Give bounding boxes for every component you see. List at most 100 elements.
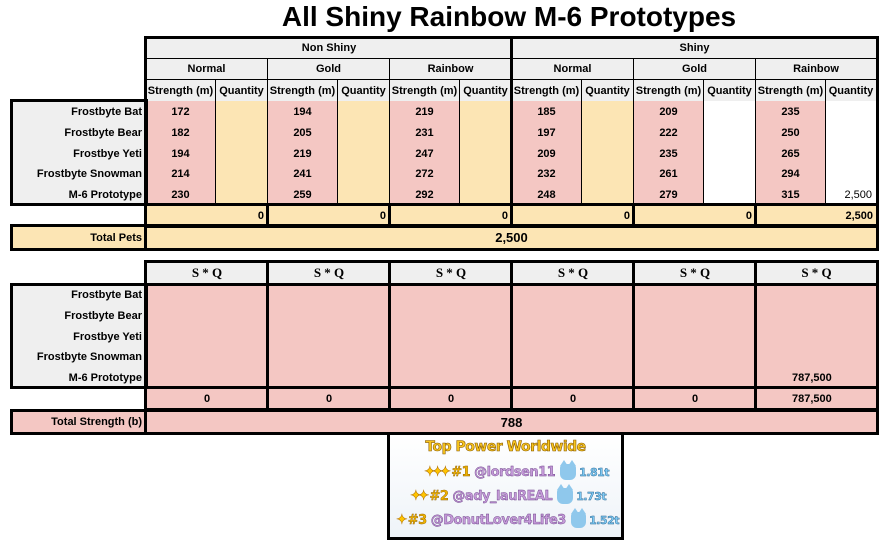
quantity-cell[interactable] xyxy=(582,164,634,184)
quantity-cell[interactable] xyxy=(338,164,390,184)
strength-cell: 194 xyxy=(146,143,216,164)
quantity-cell[interactable] xyxy=(338,184,390,205)
quantity-total: 0 xyxy=(268,205,390,226)
quantity-total: 0 xyxy=(146,205,268,226)
strength-cell: 241 xyxy=(268,164,338,184)
strength-column-header: Strength (m) xyxy=(268,80,338,101)
quantity-cell[interactable] xyxy=(216,164,268,184)
pet-name-label: Frostbye Yeti xyxy=(12,326,146,347)
sq-total: 0 xyxy=(390,388,512,409)
quantity-cell[interactable] xyxy=(216,184,268,205)
quantity-cell[interactable] xyxy=(460,143,512,164)
divider xyxy=(754,260,757,411)
strength-cell: 279 xyxy=(634,184,704,205)
quantity-cell[interactable] xyxy=(704,101,756,122)
quantity-cell[interactable] xyxy=(582,101,634,122)
sq-cell xyxy=(390,326,512,347)
sq-column-header: S * Q xyxy=(268,262,390,284)
quantity-cell[interactable] xyxy=(704,143,756,164)
divider xyxy=(388,205,391,227)
quantity-cell[interactable] xyxy=(704,164,756,184)
quantity-cell[interactable] xyxy=(582,143,634,164)
quantity-cell[interactable] xyxy=(460,184,512,205)
sq-cell xyxy=(512,326,634,347)
quantity-cell[interactable] xyxy=(460,122,512,143)
quantity-cell[interactable] xyxy=(826,164,877,184)
sq-cell xyxy=(268,284,390,305)
variant-header: Rainbow xyxy=(390,59,512,80)
strength-cell: 209 xyxy=(512,143,582,164)
quantity-cell[interactable] xyxy=(338,122,390,143)
quantity-cell[interactable] xyxy=(338,101,390,122)
cat-pet-icon xyxy=(570,508,587,528)
quantity-column-header: Quantity xyxy=(216,80,268,101)
sq-cell xyxy=(512,347,634,367)
strength-cell: 232 xyxy=(512,164,582,184)
strength-column-header: Strength (m) xyxy=(634,80,704,101)
leaderboard-entry: ✦ #3 @DonutLover4Life3 1.52t xyxy=(394,508,620,531)
sq-total: 0 xyxy=(512,388,634,409)
divider xyxy=(266,205,269,227)
sq-total: 0 xyxy=(146,388,268,409)
total-strength-label: Total Strength (b) xyxy=(12,411,146,433)
quantity-total: 0 xyxy=(634,205,756,226)
sq-column-header: S * Q xyxy=(390,262,512,284)
quantity-cell[interactable] xyxy=(704,184,756,205)
power-value: 1.81t xyxy=(579,465,610,479)
quantity-cell[interactable] xyxy=(216,101,268,122)
divider xyxy=(510,205,513,227)
divider xyxy=(144,409,147,435)
strength-cell: 197 xyxy=(512,122,582,143)
divider xyxy=(632,205,635,227)
quantity-cell[interactable]: 2,500 xyxy=(826,184,877,205)
total-strength-value: 788 xyxy=(146,411,877,433)
username: @lordsen11 xyxy=(474,464,556,480)
sq-column-header: S * Q xyxy=(512,262,634,284)
strength-cell: 219 xyxy=(268,143,338,164)
strength-column-header: Strength (m) xyxy=(756,80,826,101)
sq-column-header: S * Q xyxy=(146,262,268,284)
rank-label: #2 xyxy=(429,488,449,504)
quantity-cell[interactable] xyxy=(826,101,877,122)
divider xyxy=(510,36,513,228)
quantity-cell[interactable] xyxy=(826,122,877,143)
group-header-shiny: Shiny xyxy=(512,38,877,59)
strength-cell: 247 xyxy=(390,143,460,164)
quantity-cell[interactable] xyxy=(826,143,877,164)
sq-cell xyxy=(756,305,877,326)
leaderboard-image: Top Power Worldwide ✦✦✦ #1 @lordsen11 1.… xyxy=(387,432,624,540)
sq-cell xyxy=(268,326,390,347)
strength-cell: 272 xyxy=(390,164,460,184)
quantity-cell[interactable] xyxy=(338,143,390,164)
strength-cell: 214 xyxy=(146,164,216,184)
total-pets-label: Total Pets xyxy=(12,226,146,249)
pet-name-label: Frostbyte Bear xyxy=(12,305,146,326)
strength-cell: 259 xyxy=(268,184,338,205)
quantity-cell[interactable] xyxy=(704,122,756,143)
quantity-cell[interactable] xyxy=(460,164,512,184)
quantity-cell[interactable] xyxy=(460,101,512,122)
strength-cell: 230 xyxy=(146,184,216,205)
sq-cell xyxy=(512,367,634,388)
sq-cell xyxy=(512,284,634,305)
strength-column-header: Strength (m) xyxy=(146,80,216,101)
sq-cell xyxy=(146,305,268,326)
pet-name-label: M-6 Prototype xyxy=(12,184,146,205)
username: @ady_lauREAL xyxy=(452,488,553,504)
strength-cell: 231 xyxy=(390,122,460,143)
strength-column-header: Strength (m) xyxy=(512,80,582,101)
quantity-total: 0 xyxy=(390,205,512,226)
divider xyxy=(144,224,147,251)
quantity-cell[interactable] xyxy=(582,184,634,205)
page-title: All Shiny Rainbow M-6 Prototypes xyxy=(281,1,737,32)
quantity-cell[interactable] xyxy=(582,122,634,143)
quantity-cell[interactable] xyxy=(216,122,268,143)
variant-header: Normal xyxy=(146,59,268,80)
sq-cell xyxy=(756,326,877,347)
pet-name-label: Frostbye Yeti xyxy=(12,143,146,164)
divider xyxy=(144,203,879,206)
divider xyxy=(266,260,269,411)
strength-cell: 265 xyxy=(756,143,826,164)
quantity-cell[interactable] xyxy=(216,143,268,164)
leaderboard-entry: ✦✦✦ #1 @lordsen11 1.81t xyxy=(394,460,619,483)
